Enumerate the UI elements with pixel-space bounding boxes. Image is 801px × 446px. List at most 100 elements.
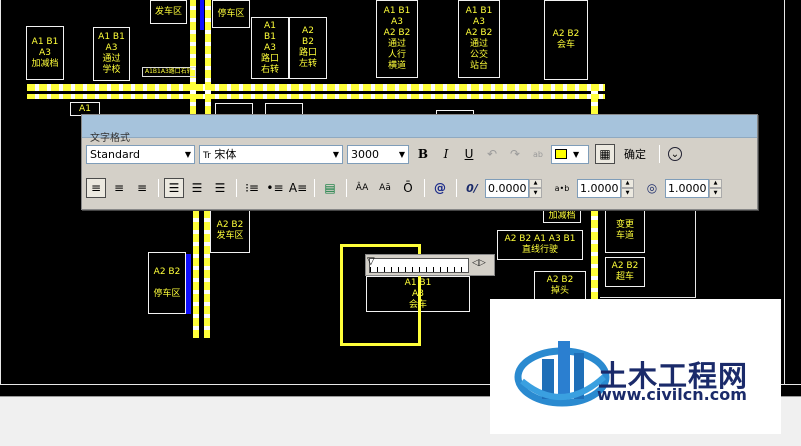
font-select-value: Tr 宋体 <box>203 146 236 162</box>
exam-item-box: A2 B2 A1 A3 B1 直线行驶 <box>497 230 583 260</box>
text-format-toolbar[interactable]: 文字格式 Standard ▼ Tr 宋体 ▼ 3000 ▼ B I U ↶ ↷… <box>81 114 758 210</box>
exam-item-box: A2 B2 超车 <box>605 257 645 287</box>
spin-up-icon[interactable]: ▲ <box>709 178 722 188</box>
road-stripe <box>591 210 598 300</box>
stack-button[interactable]: ab <box>528 144 548 164</box>
road-stripe <box>205 0 211 114</box>
lettered-list-icon[interactable]: A≡ <box>288 178 308 198</box>
toolbar-separator <box>158 179 159 197</box>
color-swatch <box>555 149 567 159</box>
road-stripe <box>27 84 605 91</box>
width-factor-stepper[interactable]: ▲ ▼ <box>709 178 722 198</box>
exam-item-box: A1 B1 A3 路口 右转 <box>251 17 289 79</box>
spin-up-icon[interactable]: ▲ <box>621 178 634 188</box>
toolbar-titlebar[interactable]: 文字格式 <box>82 115 757 144</box>
watermark-logo: 土木工程网 www.civilcn.com <box>490 299 781 434</box>
toolbar-row-2: ≡ ≡ ≡ ☰ ☰ ☰ ⁝≡ •≡ A≡ ▤ ÂA Aā Ō @ 0/ 0.00… <box>86 176 730 200</box>
options-chevron-icon: ⌄ <box>668 147 682 161</box>
canvas-border-line <box>0 0 1 384</box>
indent-marker-icon[interactable]: ▽ <box>367 256 375 267</box>
tracking-icon: a•b <box>554 183 570 193</box>
lane-marker <box>186 254 191 314</box>
uppercase-icon[interactable]: ÂA <box>352 178 372 198</box>
toolbar-separator <box>424 179 425 197</box>
options-button[interactable]: ⌄ <box>665 144 685 164</box>
canvas-border-line <box>600 297 696 298</box>
style-select-value: Standard <box>90 147 141 161</box>
justify-middle-icon[interactable]: ☰ <box>187 178 207 198</box>
toolbar-separator <box>346 179 347 197</box>
bullet-list-icon[interactable]: •≡ <box>265 178 285 198</box>
font-select[interactable]: Tr 宋体 ▼ <box>199 144 343 164</box>
road-stripe <box>591 91 598 114</box>
lowercase-icon[interactable]: Aā <box>375 178 395 198</box>
exam-item-box: A2 B2 掉头 <box>534 271 586 301</box>
ok-button[interactable]: 确定 <box>618 146 652 162</box>
exam-item-box: A2 B2 发车区 <box>210 209 250 253</box>
spin-down-icon[interactable]: ▼ <box>709 188 722 198</box>
align-right-icon[interactable]: ≡ <box>132 178 152 198</box>
align-left-icon[interactable]: ≡ <box>86 178 106 198</box>
exam-item-box: A1 B1 A3 通过 学校 <box>93 27 130 81</box>
text-height-select[interactable]: 3000 ▼ <box>347 144 409 164</box>
underline-button[interactable]: U <box>459 144 479 164</box>
tracking-input[interactable]: 1.0000 <box>577 178 621 198</box>
spin-down-icon[interactable]: ▼ <box>621 188 634 198</box>
redo-button[interactable]: ↷ <box>505 144 525 164</box>
road-stripe <box>193 210 199 338</box>
truetype-font-icon: Tr <box>203 151 211 161</box>
justify-bottom-icon[interactable]: ☰ <box>210 178 230 198</box>
exam-item-box: 发车区 <box>150 0 187 24</box>
small-annotation: A1B1A3路口右转 <box>142 67 196 77</box>
exam-item-box: A2 B2 路口 左转 <box>289 17 327 79</box>
text-height-value: 3000 <box>351 147 379 161</box>
road-stripe <box>27 94 605 99</box>
oblique-angle-input[interactable]: 0.0000 <box>485 178 529 198</box>
insert-field-icon[interactable]: ▤ <box>320 178 340 198</box>
ruler-toggle-button[interactable]: ▦ <box>595 144 615 164</box>
undo-button[interactable]: ↶ <box>482 144 502 164</box>
exam-item-box: A1 B1 A3 A2 B2 通过 人行 横道 <box>376 0 418 78</box>
align-center-icon[interactable]: ≡ <box>109 178 129 198</box>
numbered-list-icon[interactable]: ⁝≡ <box>242 178 262 198</box>
lane-marker <box>200 0 204 30</box>
bold-button[interactable]: B <box>413 144 433 164</box>
exam-item-box: A2 B2 停车区 <box>148 252 186 314</box>
exam-item-box: 加减档 <box>543 209 581 223</box>
spin-up-icon[interactable]: ▲ <box>529 178 542 188</box>
chevron-down-icon: ▼ <box>332 149 339 159</box>
road-stripe <box>190 0 196 114</box>
toolbar-separator <box>456 179 457 197</box>
justify-top-icon[interactable]: ☰ <box>164 178 184 198</box>
font-name: 宋体 <box>214 148 237 161</box>
chevron-down-icon: ▼ <box>184 149 191 159</box>
building-logo-icon <box>514 341 610 407</box>
oblique-angle-icon: 0/ <box>466 181 478 195</box>
toolbar-separator <box>314 179 315 197</box>
toolbar-separator <box>659 145 660 163</box>
chevron-down-icon: ▼ <box>398 149 405 159</box>
ruler-strip[interactable] <box>369 258 469 273</box>
oblique-angle-stepper[interactable]: ▲ ▼ <box>529 178 542 198</box>
width-factor-input[interactable]: 1.0000 <box>665 178 709 198</box>
chevron-down-icon: ▼ <box>573 149 580 159</box>
italic-button[interactable]: I <box>436 144 456 164</box>
toolbar-separator <box>236 179 237 197</box>
canvas-border-line <box>695 210 696 298</box>
text-ruler[interactable]: ▽ ◁▷ <box>365 254 495 276</box>
exam-item-box: 停车区 <box>212 0 250 28</box>
width-factor-icon: ◎ <box>646 181 658 195</box>
canvas-border-line <box>784 0 785 384</box>
resize-arrows-icon[interactable]: ◁▷ <box>472 258 486 268</box>
exam-item-box: A2 B2 会车 <box>544 0 588 80</box>
tracking-stepper[interactable]: ▲ ▼ <box>621 178 634 198</box>
color-select[interactable]: ▼ <box>551 144 589 164</box>
style-select[interactable]: Standard ▼ <box>86 144 195 164</box>
toolbar-row-1: Standard ▼ Tr 宋体 ▼ 3000 ▼ B I U ↶ ↷ ab ▼… <box>86 142 688 166</box>
spin-down-icon[interactable]: ▼ <box>529 188 542 198</box>
symbol-icon[interactable]: @ <box>430 178 450 198</box>
exam-item-box: A1 B1 A3 A2 B2 通过 公交 站台 <box>458 0 500 78</box>
exam-item-box: A1 B1 A3 加减档 <box>26 26 64 80</box>
overline-icon[interactable]: Ō <box>398 178 418 198</box>
exam-item-box: 变更 车道 <box>605 209 645 253</box>
